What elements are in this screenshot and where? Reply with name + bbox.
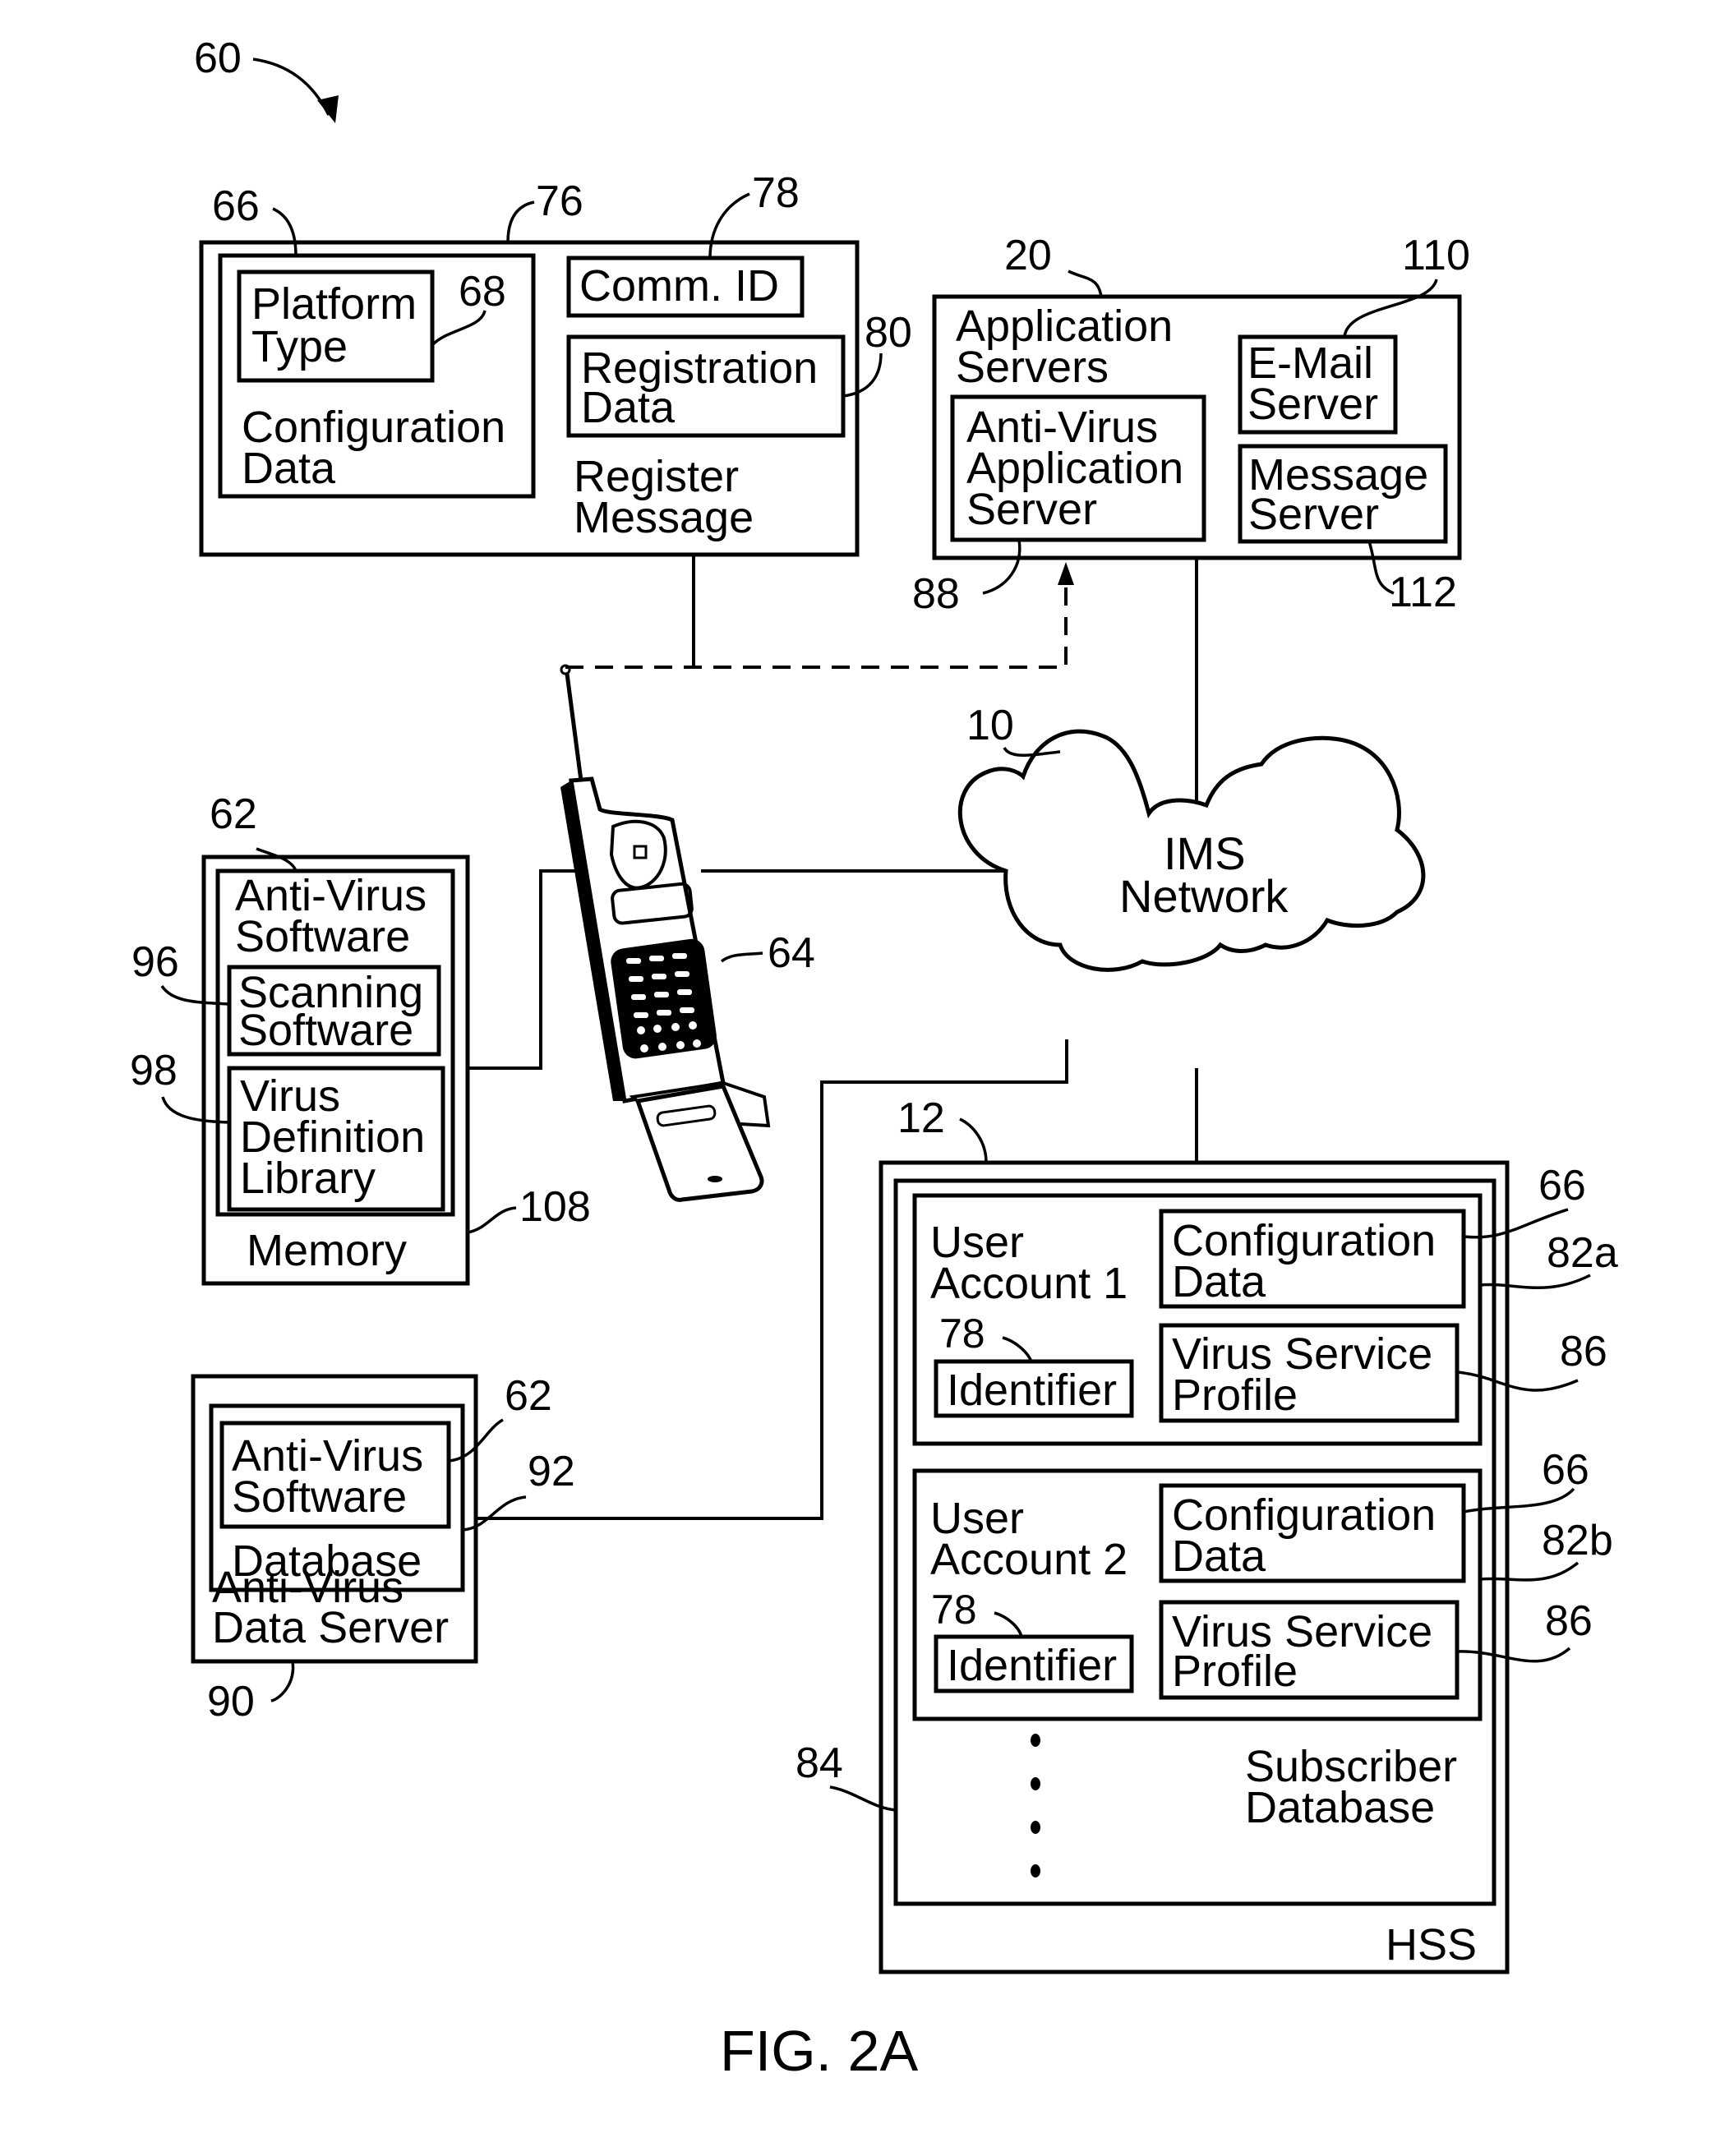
account2-ref-78: 78 [931,1587,977,1633]
ref-12: 12 [897,1094,945,1142]
leader-62 [256,847,297,872]
leader-90 [270,1661,295,1702]
identifier-2-label: Identifier [947,1641,1117,1690]
registration-data-line2: Data [581,383,676,432]
leader-78a [1002,1336,1033,1362]
ref-90: 90 [207,1678,255,1725]
ref-66a: 66 [1538,1162,1586,1209]
ref-60: 60 [194,35,242,82]
application-servers-line2: Servers [956,343,1109,392]
leader-92 [462,1495,527,1532]
hss-label: HSS [1386,1920,1477,1969]
antenna-icon [565,673,583,781]
config1-line2: Data [1172,1257,1266,1306]
ref-76: 76 [536,177,583,225]
leader-66 [272,207,297,256]
memory: Anti-Virus Software 62 Scanning Software… [130,790,591,1286]
ref-10: 10 [966,702,1014,749]
ref-86b: 86 [1545,1597,1593,1645]
ref-96: 96 [131,938,179,986]
scanning-software-line2: Software [238,1006,413,1055]
leader-110 [1343,279,1438,338]
antenna-tip-icon [560,664,571,675]
system-reference: 60 [194,35,339,123]
ref-92: 92 [528,1448,575,1495]
ref-62b: 62 [505,1372,552,1420]
av-data-server-line2: Data Server [212,1603,450,1652]
leader-64 [720,951,763,963]
register-message-line2: Message [574,493,754,542]
ref-84: 84 [796,1739,843,1787]
leader-78b [994,1611,1023,1638]
ref-62: 62 [210,790,257,838]
figure-caption: FIG. 2A [720,2019,918,2083]
av-software-line2: Software [235,912,410,961]
profile2-line2: Profile [1172,1647,1298,1696]
message-server-line2: Server [1248,490,1379,539]
ref-110: 110 [1402,232,1470,279]
ims-line2: Network [1119,870,1289,922]
comm-id-label: Comm. ID [579,261,779,311]
arrow-up-icon [1058,562,1074,585]
ref-68: 68 [459,268,506,316]
platform-type-line1: Platform [251,279,417,329]
ref-20: 20 [1004,232,1052,279]
phone-to-av-server-dashed [565,575,1068,669]
leader-108 [467,1206,517,1234]
leader-76 [506,200,535,243]
ref-66: 66 [212,182,260,230]
ims-network: IMS Network 10 [957,702,1426,972]
config2-line2: Data [1172,1532,1266,1581]
leader-82a [1479,1274,1591,1289]
subscriber-db-line2: Database [1245,1783,1435,1832]
mobile-phone: 64 [560,664,815,1202]
identifier-1-label: Identifier [947,1366,1117,1415]
more-accounts-ellipsis [1031,1734,1040,1877]
patent-diagram: 60 66 76 78 Platform Type 68 Configurati… [130,35,1618,2083]
leader-80 [842,352,883,398]
ref-108: 108 [519,1183,591,1231]
phone-keypad-icon [611,938,717,1059]
hss: 12 User Account 1 78 Identifier Configur… [796,1094,1618,1974]
av-app-server-line3: Server [966,485,1097,534]
register-message: 66 76 78 Platform Type 68 Configuration … [199,169,912,557]
application-servers: 20 Application Servers Anti-Virus Applic… [912,232,1470,618]
microphone-icon [708,1176,722,1182]
ref-78: 78 [752,169,800,217]
email-server-line2: Server [1247,380,1378,429]
ref-64: 64 [768,929,815,977]
memory-to-phone-line [468,869,590,1070]
ref-86a: 86 [1560,1328,1607,1375]
ref-60-arrow-line [252,58,330,116]
leader-84 [829,1785,897,1812]
ref-112: 112 [1389,569,1457,616]
memory-label: Memory [247,1226,407,1275]
configuration-data-line2: Data [242,444,336,493]
leader-86b [1456,1647,1571,1663]
account1-line2: Account 1 [930,1259,1128,1308]
ref-98: 98 [130,1047,178,1094]
ref-88: 88 [912,570,960,618]
leader-12 [959,1117,988,1163]
platform-type-line2: Type [251,322,348,371]
leader-88 [982,539,1021,595]
ref-82a: 82a [1547,1229,1618,1277]
db-av-software-line2: Software [232,1472,407,1522]
ref-82b: 82b [1542,1517,1613,1564]
account2-line2: Account 2 [930,1535,1128,1584]
profile1-line2: Profile [1172,1371,1298,1420]
leader-20 [1068,270,1103,297]
account1-ref-78: 78 [939,1311,985,1357]
leader-78 [708,192,750,259]
ref-80: 80 [865,309,912,357]
leader-68 [431,310,487,347]
anti-virus-data-server: Anti-Virus Software Database Anti-Virus … [191,1372,575,1725]
virus-def-line3: Library [240,1154,376,1203]
ref-66b: 66 [1542,1446,1589,1494]
